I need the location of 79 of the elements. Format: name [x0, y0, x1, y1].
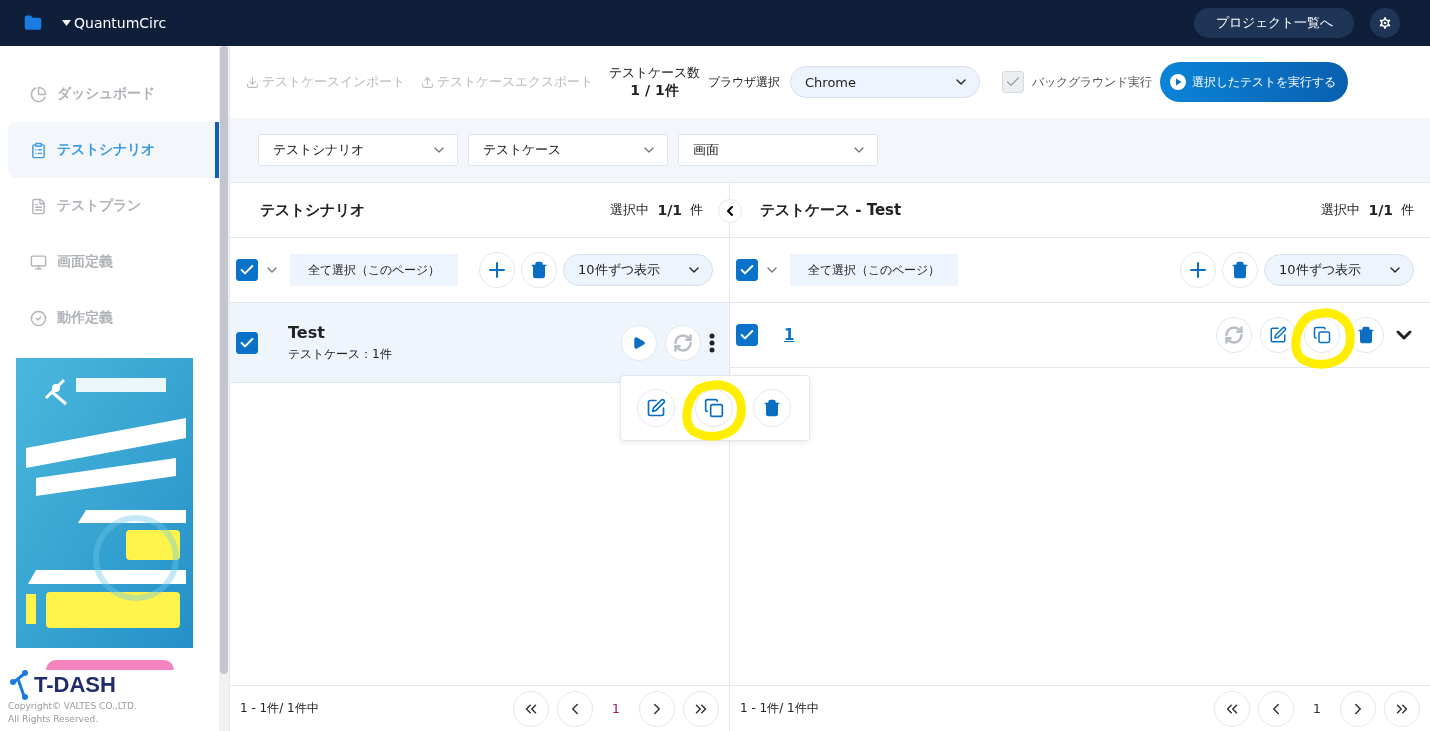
copy-icon — [704, 398, 724, 418]
settings-button[interactable] — [1370, 8, 1400, 38]
count-label: テストケース数 — [609, 64, 700, 82]
folder-icon — [24, 14, 42, 32]
edit-button[interactable] — [1260, 317, 1296, 353]
case-link[interactable]: 1 — [784, 326, 795, 344]
select-all-checkbox[interactable] — [236, 259, 258, 281]
last-page-button[interactable] — [1384, 690, 1420, 727]
row-checkbox[interactable] — [236, 331, 258, 354]
trash-icon — [530, 261, 548, 279]
clipboard-icon — [30, 141, 47, 159]
first-page-button[interactable] — [1214, 690, 1250, 727]
scrollbar-thumb[interactable] — [220, 46, 229, 674]
select-all-label[interactable]: 全て選択（このページ） — [790, 254, 958, 286]
caret-icon — [62, 20, 71, 26]
row-checkbox[interactable] — [736, 324, 758, 346]
settings-icon — [1377, 15, 1393, 31]
copy-icon — [1313, 326, 1331, 344]
selected-count: 1/1 — [657, 202, 682, 218]
more-menu-button[interactable] — [709, 332, 715, 353]
refresh-icon — [673, 332, 693, 353]
play-icon — [632, 335, 646, 350]
logo-icon — [10, 670, 28, 700]
scenario-subtitle: テストケース：1件 — [288, 345, 392, 363]
download-icon — [246, 75, 259, 89]
trash-icon — [1357, 326, 1375, 344]
delete-button[interactable] — [521, 252, 557, 288]
copy-button[interactable] — [1304, 317, 1340, 353]
trash-icon — [763, 399, 781, 417]
monitor-icon — [30, 253, 47, 271]
pie-chart-icon — [30, 85, 47, 103]
last-page-button[interactable] — [683, 690, 719, 727]
select-all-label[interactable]: 全て選択（このページ） — [290, 254, 458, 286]
upload-icon — [421, 75, 434, 89]
copyright-text: Copyright© VALTES CO.,LTD. — [8, 700, 138, 713]
logo-text: T-DASH — [34, 672, 116, 698]
page-range: 1 - 1件/ 1件中 — [740, 700, 819, 717]
browser-label: ブラウザ選択 — [708, 73, 780, 91]
check-circle-icon — [30, 309, 47, 327]
selected-count: 1/1 — [1368, 202, 1393, 218]
collapse-button[interactable] — [718, 199, 742, 223]
panel-title: テストシナリオ — [260, 200, 365, 220]
count-unit: 件 — [1401, 201, 1414, 219]
delete-button[interactable] — [1222, 252, 1258, 288]
edit-icon — [1269, 326, 1287, 344]
browser-select[interactable]: Chrome — [790, 66, 980, 98]
play-icon — [1170, 74, 1186, 90]
run-button[interactable] — [621, 324, 657, 361]
refresh-icon — [1224, 325, 1244, 345]
count-unit: 件 — [690, 201, 703, 219]
selected-label: 選択中 — [1321, 201, 1361, 219]
edit-icon — [646, 398, 666, 418]
run-selected-button[interactable]: 選択したテストを実行する — [1160, 62, 1348, 102]
trash-icon — [1231, 261, 1249, 279]
filter-select[interactable]: テストシナリオ — [258, 134, 458, 166]
copyright-text: All Rights Reserved. — [8, 713, 100, 726]
page-size-select[interactable]: 10件ずつ表示 — [1264, 254, 1414, 286]
more-icon — [709, 332, 715, 353]
background-label: バックグラウンド実行 — [1032, 73, 1152, 91]
page-number: 1 — [1311, 701, 1323, 716]
projects-button[interactable]: プロジェクト一覧へ — [1194, 8, 1354, 38]
add-button[interactable] — [479, 252, 515, 288]
page-range: 1 - 1件/ 1件中 — [240, 700, 319, 717]
filter-select[interactable]: 画面 — [678, 134, 878, 166]
first-page-button[interactable] — [513, 690, 549, 727]
selected-label: 選択中 — [610, 201, 650, 219]
count-value: 1 / 1件 — [630, 82, 679, 100]
project-selector[interactable]: QuantumCirc — [62, 15, 167, 31]
document-icon — [30, 197, 47, 215]
scenario-title: Test — [288, 322, 326, 342]
edit-button[interactable] — [637, 389, 675, 427]
filter-select[interactable]: テストケース — [468, 134, 668, 166]
page-size-select[interactable]: 10件ずつ表示 — [563, 254, 713, 286]
add-button[interactable] — [1180, 252, 1216, 288]
panel-title: テストケース - Test — [760, 200, 902, 220]
page-number: 1 — [610, 701, 622, 716]
delete-button[interactable] — [753, 389, 791, 427]
select-all-checkbox[interactable] — [736, 259, 758, 281]
copy-button[interactable] — [695, 389, 733, 427]
